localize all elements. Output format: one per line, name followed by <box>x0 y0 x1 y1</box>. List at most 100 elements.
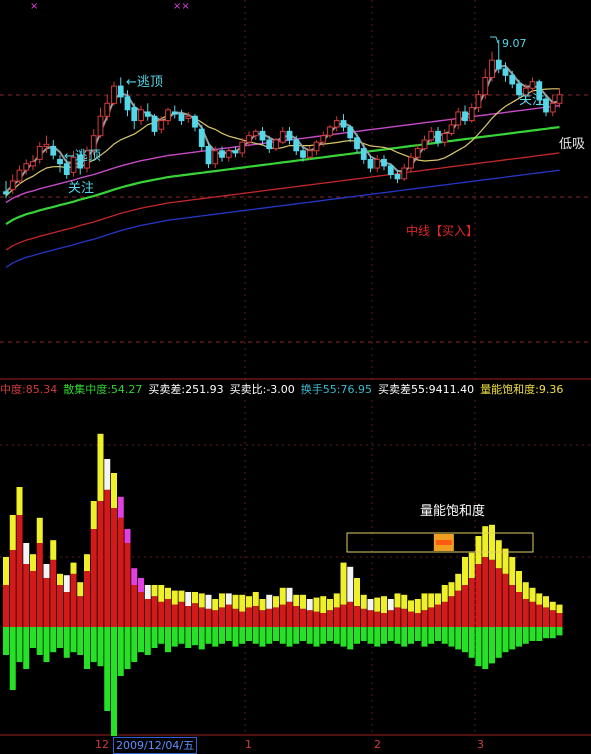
volume-bar-red <box>63 592 70 627</box>
volume-bar-down <box>266 627 273 644</box>
volume-bar <box>84 554 90 669</box>
volume-bar-down <box>333 627 340 644</box>
volume-bar-down <box>192 627 198 646</box>
volume-bar-red <box>252 606 259 627</box>
candle-body <box>448 124 455 135</box>
top-marker-x: × <box>30 1 38 12</box>
candle <box>489 51 495 82</box>
volume-bar-down <box>104 627 111 711</box>
volume-bar <box>3 557 9 655</box>
candle <box>252 129 259 140</box>
candle-body <box>468 107 475 122</box>
volume-bar-red <box>428 607 435 627</box>
volume-bar-down <box>84 627 90 669</box>
volume-bar <box>347 566 354 650</box>
volume-bar-red <box>185 606 192 627</box>
volume-bar-cap <box>232 594 239 609</box>
candle <box>131 103 138 130</box>
volume-bar-down <box>381 627 387 644</box>
volume-bar <box>394 593 401 644</box>
volume-bar-red <box>50 559 57 627</box>
volume-bar <box>279 587 286 644</box>
volume-bar-cap <box>306 599 313 611</box>
volume-bar <box>428 593 435 644</box>
volume-bar-red <box>401 608 408 627</box>
volume-bar <box>77 582 84 655</box>
candle-body <box>462 111 468 122</box>
volume-bar-down <box>178 627 185 644</box>
volume-bar-red <box>556 613 563 627</box>
volume-bar <box>212 599 219 647</box>
volume-bar <box>455 573 462 650</box>
volume-bar-cap <box>212 599 219 611</box>
candle-body <box>320 135 327 143</box>
candle-body <box>509 74 516 85</box>
volume-bar <box>171 590 178 647</box>
volume-bar-cap <box>158 585 165 602</box>
candle <box>111 81 117 106</box>
volume-bar <box>178 590 185 644</box>
volume-bar <box>192 592 198 646</box>
candle <box>306 146 313 160</box>
volume-bar <box>36 517 43 655</box>
volume-bar-red <box>43 578 50 627</box>
volume-bar-red <box>239 611 246 627</box>
volume-bar-cap <box>441 585 448 602</box>
candle-body <box>259 130 266 141</box>
volume-bar-cap <box>475 536 482 564</box>
volume-bar <box>306 599 313 644</box>
axis-date-box: 2009/12/04/五 <box>113 737 198 754</box>
volume-bar <box>286 587 293 647</box>
high-price-label: 9.07 <box>502 37 527 50</box>
escape-top-label-1: ←逃顶 <box>126 75 163 90</box>
stock-chart-root: ×× × ←逃顶 ←逃顶 关注 关注 低吸 9.07 中线【买入】 中度:85.34 散集中度:5… <box>0 0 591 754</box>
candle <box>462 105 468 125</box>
volume-bar-down <box>16 627 23 662</box>
indicator-item: 换手55:76.95 <box>300 383 372 396</box>
volume-bar-red <box>212 610 219 627</box>
candle <box>414 144 421 160</box>
volume-bar-down <box>286 627 293 647</box>
volume-bar-down <box>320 627 327 644</box>
candle <box>205 142 212 169</box>
candle-body <box>124 96 131 111</box>
volume-bar-down <box>421 627 428 647</box>
volume-bar-cap <box>70 562 77 574</box>
volume-bar <box>246 596 252 641</box>
candle-body <box>367 158 374 169</box>
candle-body <box>435 130 441 143</box>
volume-bar-cap <box>333 593 340 608</box>
candle <box>138 105 144 125</box>
candle-body <box>394 174 401 180</box>
volume-bar-cap <box>3 557 9 585</box>
price-panel[interactable]: ×××←逃顶←逃顶关注关注低吸9.07中线【买入】 <box>0 0 591 380</box>
volume-bar-cap <box>43 564 50 578</box>
volume-bar-red <box>266 608 273 627</box>
candle-body <box>273 139 279 150</box>
volume-bar-down <box>448 627 455 647</box>
volume-bar-red <box>171 604 178 627</box>
volume-bar-cap <box>421 593 428 611</box>
volume-bar <box>536 593 543 641</box>
volume-bar-red <box>340 604 347 627</box>
volume-bar-cap <box>266 594 273 609</box>
volume-panel[interactable]: 量能饱和度 <box>0 400 591 736</box>
indicator-item: 买卖差55:9411.40 <box>377 383 475 396</box>
volume-bar-down <box>327 627 333 641</box>
volume-bar-down <box>374 627 381 647</box>
volume-bar <box>219 593 225 644</box>
candle-body <box>131 107 138 122</box>
candle-body <box>408 156 414 169</box>
volume-bar <box>482 526 489 669</box>
volume-bar-red <box>117 517 124 627</box>
volume-bar-down <box>367 627 374 644</box>
candle-body <box>198 128 205 147</box>
volume-bar <box>30 554 36 648</box>
volume-bar-red <box>333 607 340 627</box>
volume-bar-down <box>313 627 320 647</box>
volume-bar <box>9 515 16 690</box>
volume-bar <box>151 585 158 648</box>
volume-bar-red <box>509 585 516 627</box>
candle <box>30 155 36 171</box>
volume-bar <box>70 562 77 653</box>
